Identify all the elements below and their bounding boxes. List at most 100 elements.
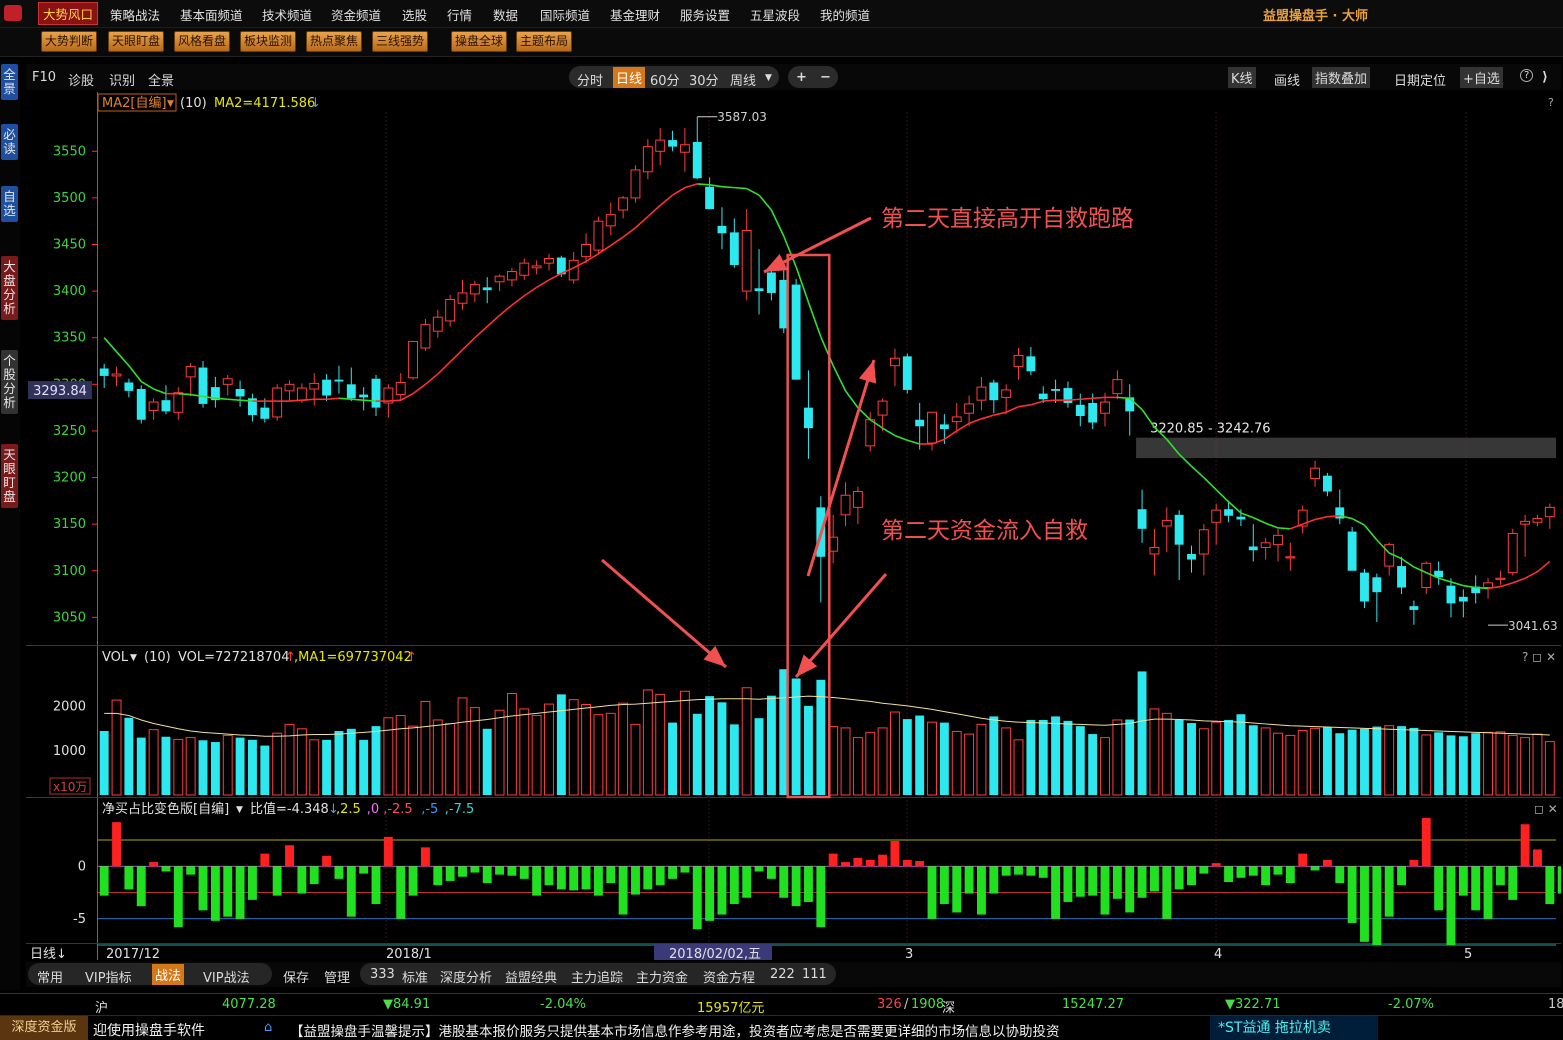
menu-item-5[interactable]: 选股: [402, 5, 427, 24]
indicator-tab-1[interactable]: VIP指标: [85, 967, 132, 986]
menu-item-8[interactable]: 国际频道: [540, 5, 590, 24]
ma-line-segment: [1265, 522, 1279, 529]
stock-alert[interactable]: *ST益通 拖拉机卖: [1210, 1016, 1378, 1040]
quick-button-5[interactable]: 三线强势: [372, 31, 429, 52]
menu-item-4[interactable]: 资金频道: [331, 5, 381, 24]
dropdown-arrow-icon[interactable]: ▼: [167, 99, 174, 109]
volume-bar: [939, 722, 949, 795]
indicator-tab-9[interactable]: 益盟经典: [505, 967, 557, 986]
period-0[interactable]: 分时: [577, 70, 603, 89]
quick-button-2[interactable]: 风格看盘: [174, 31, 231, 52]
indicator-tab-14[interactable]: 111: [802, 967, 827, 982]
indicator-tab-3[interactable]: VIP战法: [203, 967, 250, 986]
candle: [210, 376, 220, 408]
period-3[interactable]: 30分: [689, 70, 719, 89]
home-icon[interactable]: ⌂: [264, 1020, 272, 1035]
ma-line-segment: [499, 304, 513, 316]
indicator-tab-13[interactable]: 222: [770, 967, 795, 982]
candle: [445, 294, 456, 327]
menu-item-7[interactable]: 数据: [493, 5, 518, 24]
candle: [729, 218, 739, 268]
toolbar-right-5[interactable]: ?: [1520, 69, 1534, 82]
menu-item-6[interactable]: 行情: [447, 5, 472, 24]
volume-bar: [1397, 726, 1406, 795]
quick-button-1[interactable]: 天眼盯盘: [108, 31, 165, 52]
ma-line-segment: [388, 399, 401, 402]
ratio-bar: [1236, 866, 1246, 878]
dropdown-arrow-icon[interactable]: ▼: [765, 73, 772, 83]
volume-bar: [1384, 725, 1395, 796]
toolbar-right-0[interactable]: K线: [1228, 67, 1256, 88]
panel-controls-icon[interactable]: ◻ ✕: [1534, 802, 1558, 816]
sh-count-sep: /: [904, 997, 909, 1012]
indicator-tab-8[interactable]: 深度分析: [440, 967, 492, 986]
toolbar-left-0[interactable]: F10: [32, 70, 56, 85]
period-2[interactable]: 60分: [650, 70, 680, 89]
toolbar-left-1[interactable]: 诊股: [68, 70, 94, 89]
indicator-tab-7[interactable]: 标准: [402, 967, 428, 986]
indicator-tab-6[interactable]: 333: [370, 967, 395, 982]
price-tick-label: 3100: [53, 564, 86, 579]
toolbar-right-2[interactable]: 指数叠加: [1312, 67, 1371, 88]
panel-controls-icon[interactable]: ? ◻ ✕: [1522, 650, 1556, 664]
quick-button-0[interactable]: 大势判断: [41, 31, 98, 52]
menu-item-11[interactable]: 五星波段: [750, 5, 800, 24]
menu-item-9[interactable]: 基金理财: [610, 5, 660, 24]
candle: [309, 373, 320, 406]
indicator-tab-10[interactable]: 主力追踪: [571, 967, 623, 986]
quick-button-4[interactable]: 热点聚焦: [306, 31, 363, 52]
vol-ma-readout: ,MA1=697737042: [294, 650, 412, 665]
left-tab-0[interactable]: 全景: [1, 64, 18, 100]
menu-item-3[interactable]: 技术频道: [262, 5, 312, 24]
menu-item-10[interactable]: 服务设置: [680, 5, 730, 24]
indicator-tab-5[interactable]: 管理: [324, 967, 350, 986]
volume-bar: [136, 737, 146, 795]
zoom-in-icon[interactable]: +: [796, 70, 807, 85]
volume-bar: [309, 739, 320, 796]
candle: [148, 398, 159, 420]
toolbar-left-2[interactable]: 识别: [109, 70, 135, 89]
collapse-icon[interactable]: ⟩: [1542, 70, 1548, 85]
left-tab-3[interactable]: 大盘分析: [1, 256, 18, 320]
indicator-tab-11[interactable]: 主力资金: [636, 967, 688, 986]
toolbar-right-1[interactable]: 画线: [1274, 70, 1300, 89]
left-tab-2[interactable]: 自选: [1, 186, 18, 222]
help-icon[interactable]: ?: [1548, 96, 1554, 109]
ratio-bar: [952, 866, 962, 913]
ma-line-segment: [363, 399, 377, 402]
ratio-bar: [470, 866, 480, 873]
volume-bar: [173, 738, 184, 796]
menu-item-2[interactable]: 基本面频道: [180, 5, 243, 24]
price-indicator-name[interactable]: MA2[自编]: [102, 96, 167, 111]
ratio-bar: [816, 866, 826, 928]
indicator-tab-4[interactable]: 保存: [283, 967, 309, 986]
menu-item-1[interactable]: 策略战法: [110, 5, 160, 24]
ma-line-segment: [1500, 582, 1513, 588]
indicator-tab-12[interactable]: 资金方程: [703, 967, 755, 986]
candle: [1544, 503, 1555, 529]
menu-item-0[interactable]: 大势风口: [38, 2, 99, 25]
volume-bar: [395, 715, 406, 796]
dropdown-arrow-icon[interactable]: ▼: [130, 653, 137, 663]
indicator-tab-0[interactable]: 常用: [37, 967, 63, 986]
ratio-indicator-name[interactable]: 净买占比变色版[自编]: [102, 801, 229, 817]
period-4[interactable]: 周线: [730, 70, 756, 89]
toolbar-right-4[interactable]: +自选: [1460, 67, 1503, 88]
left-tab-4[interactable]: 个股分析: [1, 350, 18, 414]
left-tab-1[interactable]: 必读: [1, 124, 18, 160]
indicator-tab-2[interactable]: 战法: [152, 964, 185, 985]
left-tab-5[interactable]: 天眼盯盘: [1, 444, 18, 508]
menu-item-12[interactable]: 我的频道: [820, 5, 870, 24]
kline-chart[interactable]: 3550350034503400335033003250320031503100…: [26, 92, 1561, 960]
quick-button-6[interactable]: 操盘全球: [451, 31, 508, 52]
period-1[interactable]: 日线: [613, 67, 646, 88]
period-label[interactable]: 日线↓: [30, 947, 67, 960]
zoom-out-icon[interactable]: −: [820, 70, 831, 85]
toolbar-right-3[interactable]: 日期定位: [1394, 70, 1446, 89]
quick-button-3[interactable]: 板块监测: [240, 31, 297, 52]
vol-indicator-name[interactable]: VOL: [102, 650, 129, 665]
toolbar-left-3[interactable]: 全景: [148, 70, 174, 89]
quick-button-7[interactable]: 主题布局: [516, 31, 573, 52]
dropdown-arrow-icon[interactable]: ▼: [236, 805, 243, 815]
volume-bar: [1211, 721, 1222, 796]
